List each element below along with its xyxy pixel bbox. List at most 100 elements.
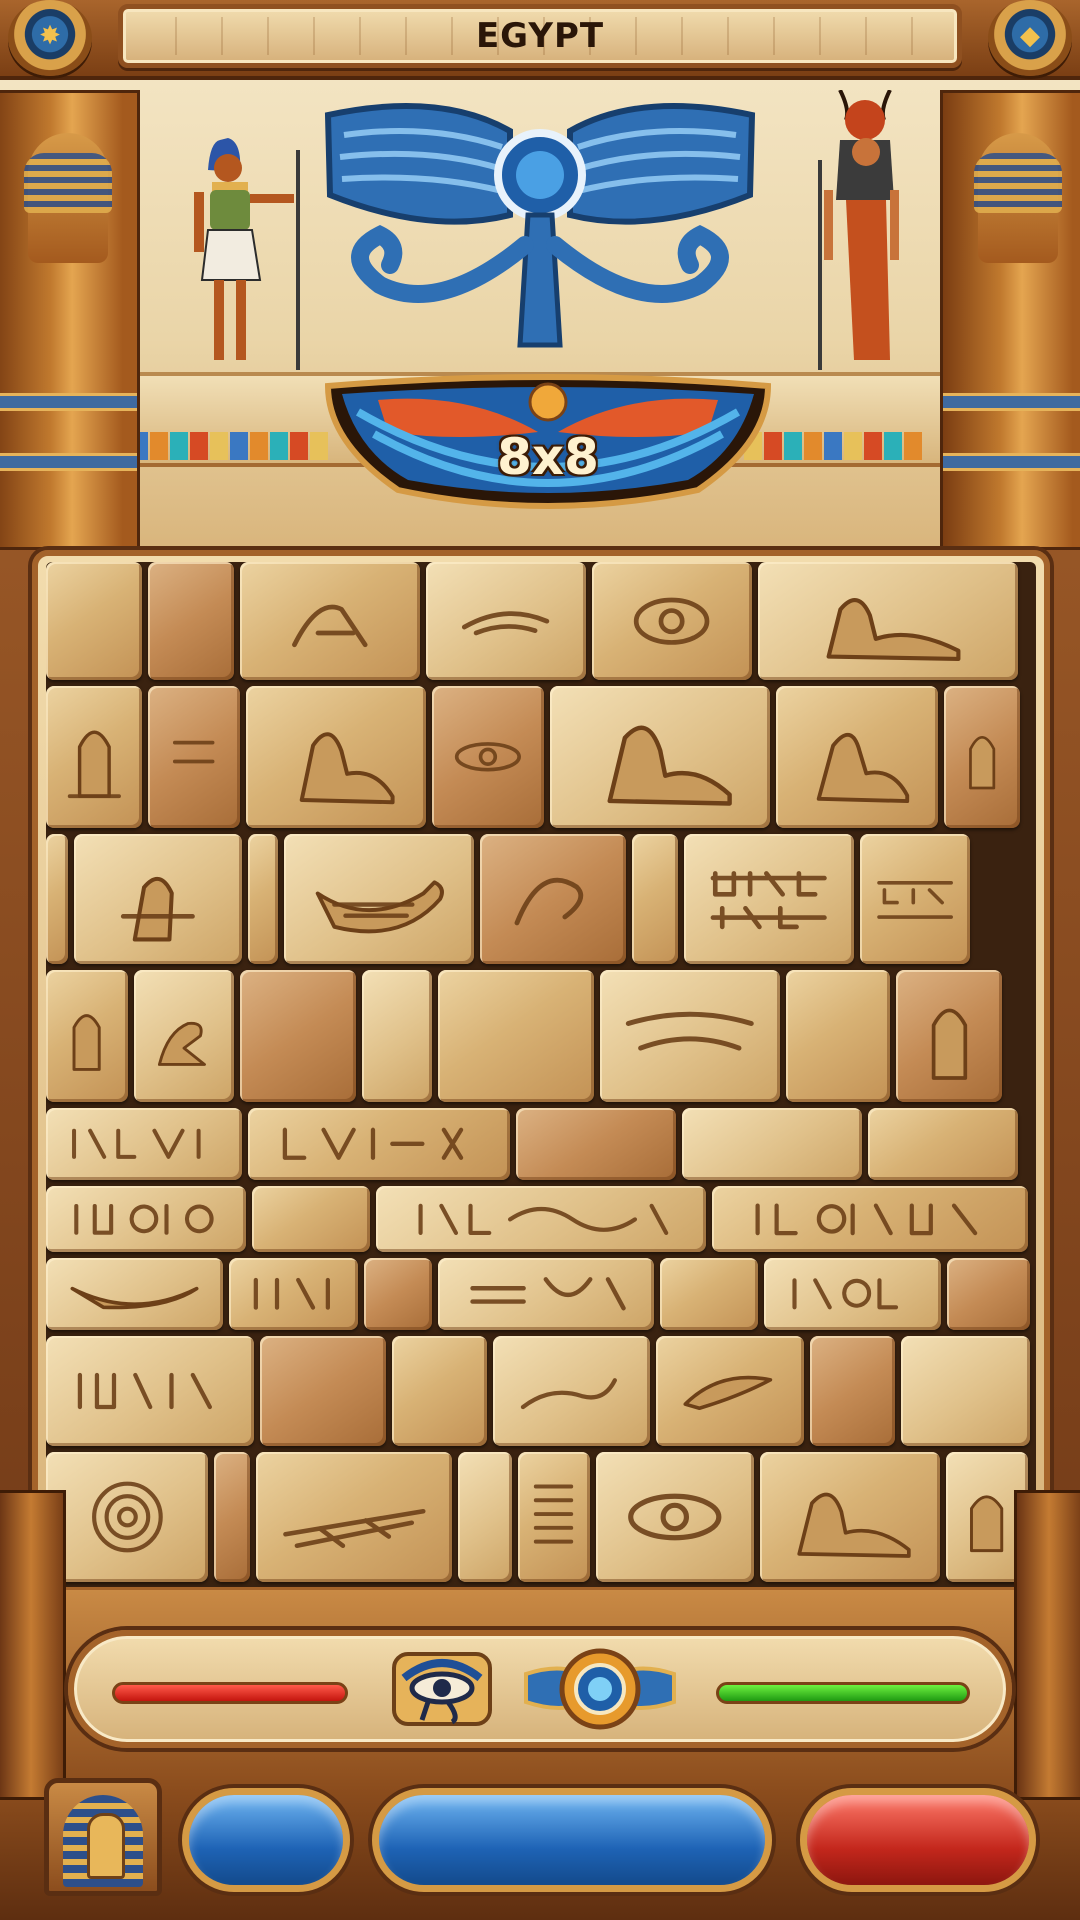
stone-tile-script[interactable] (376, 1186, 706, 1252)
stone-tile-pharaoh[interactable] (46, 970, 128, 1102)
stone-tile-feather[interactable] (480, 834, 626, 964)
stone-tile-sphinx[interactable] (550, 686, 770, 828)
stone-tile[interactable] (252, 1186, 370, 1252)
stone-tile[interactable] (148, 686, 240, 828)
sphinx-glyph-icon (607, 725, 732, 806)
script-glyph-icon (282, 1127, 463, 1161)
pharaoh-glyph-icon (67, 730, 121, 799)
menu-button[interactable]: ✸ (8, 0, 92, 76)
stone-tile-pharaoh[interactable] (896, 970, 1002, 1102)
boat-glyph-icon (70, 1287, 199, 1310)
stone-tile[interactable] (660, 1258, 758, 1330)
stone-tile[interactable] (248, 834, 278, 964)
stone-tile-feather[interactable] (256, 1452, 452, 1582)
stone-tile[interactable] (240, 970, 356, 1102)
reed-glyph-icon (520, 1378, 617, 1410)
stone-tile[interactable] (438, 970, 594, 1102)
winged-sun-emblem (324, 103, 756, 348)
board-row (46, 1186, 1036, 1252)
stone-tile-pharaoh[interactable] (46, 686, 142, 828)
stone-tile-bird[interactable] (240, 562, 420, 680)
stone-tile-feather[interactable] (655, 1336, 805, 1446)
stone-tile-eye[interactable] (596, 1452, 754, 1582)
stone-tile[interactable] (901, 1336, 1030, 1446)
stone-tile[interactable] (516, 1108, 676, 1180)
stone-tile[interactable] (148, 562, 234, 680)
script-glyph-icon (710, 871, 828, 930)
stone-tile-script[interactable] (712, 1186, 1028, 1252)
jackal-glyph-icon (299, 732, 395, 805)
stone-tile[interactable] (46, 562, 142, 680)
feather-glyph-icon (462, 611, 550, 636)
script-glyph-icon (71, 1128, 201, 1160)
stone-tile-falcon[interactable] (284, 834, 474, 964)
blue-large-button[interactable] (372, 1788, 772, 1892)
stone-tile-pharaoh[interactable] (868, 1108, 1018, 1180)
stone-tile[interactable] (214, 1452, 250, 1582)
stone-tile[interactable] (259, 1336, 387, 1446)
stone-tile-sun[interactable] (46, 1452, 208, 1582)
line-glyph-icon (173, 740, 215, 764)
pharaoh-pillar-left (0, 90, 140, 550)
eye-glyph-icon (454, 742, 522, 772)
sphinx-glyph-icon (797, 1492, 911, 1558)
decor-stripe-left (130, 432, 330, 460)
gem-icon: ◆ (1020, 21, 1040, 51)
stone-tile-scribe[interactable] (134, 970, 234, 1102)
board-row (46, 834, 1036, 964)
script-glyph-icon (877, 880, 953, 919)
title-plate: EGYPT (118, 4, 962, 68)
stone-tile-script[interactable] (228, 1258, 359, 1330)
reed-glyph-icon (626, 1012, 754, 1051)
board-row (46, 1258, 1036, 1330)
stone-tile[interactable] (458, 1452, 512, 1582)
stone-tile-script[interactable] (46, 1108, 242, 1180)
red-button[interactable] (800, 1788, 1036, 1892)
stone-tile-script[interactable] (46, 1336, 254, 1446)
stone-tile-script[interactable] (860, 834, 970, 964)
stone-tile[interactable] (810, 1336, 896, 1446)
horn-glyph-icon (514, 877, 584, 926)
pharaoh-glyph-icon (968, 736, 996, 790)
stone-tile-sphinx[interactable] (758, 562, 1018, 680)
stone-tile-script[interactable] (518, 1452, 590, 1582)
stone-tile-feather[interactable] (493, 1336, 650, 1446)
stone-tile-script[interactable] (437, 1258, 655, 1330)
blue-small-button[interactable] (182, 1788, 350, 1892)
stone-tile[interactable] (46, 834, 68, 964)
red-progress-bar (112, 1682, 348, 1704)
stone-tile[interactable] (392, 1336, 488, 1446)
stone-tile-scribe[interactable] (74, 834, 242, 964)
stone-tile[interactable] (786, 970, 890, 1102)
stone-tile[interactable] (632, 834, 678, 964)
script-glyph-icon (418, 1203, 668, 1235)
pharaoh-glyph-icon (72, 1014, 102, 1072)
stone-tile-jackal[interactable] (246, 686, 426, 828)
board-row (46, 686, 1036, 828)
stone-tile[interactable] (946, 1258, 1030, 1330)
stone-tile-sphinx[interactable] (760, 1452, 940, 1582)
stone-tile-eye[interactable] (592, 562, 752, 680)
stone-tile-script[interactable] (248, 1108, 510, 1180)
stone-tile[interactable] (682, 1108, 862, 1180)
stone-tile-pharaoh[interactable] (944, 686, 1020, 828)
script-glyph-icon (253, 1278, 330, 1310)
stone-tile-jackal[interactable] (776, 686, 938, 828)
stone-tile-script[interactable] (46, 1186, 246, 1252)
winged-orb-icon (524, 1648, 676, 1730)
stone-tile-feather[interactable] (46, 1258, 223, 1330)
game-screen: ✸ EGYPT ◆ 8x8 (0, 0, 1080, 1920)
jackal-glyph-icon (816, 733, 909, 804)
stone-tile[interactable] (364, 1258, 432, 1330)
stone-tile[interactable] (362, 970, 432, 1102)
stone-tile-feather[interactable] (600, 970, 780, 1102)
stone-tile-feather[interactable] (426, 562, 586, 680)
pharaoh-pillar-right (940, 90, 1080, 550)
stone-tile-script[interactable] (763, 1258, 941, 1330)
shop-button[interactable]: ◆ (988, 0, 1072, 76)
board-row (46, 1452, 1036, 1582)
green-progress-bar (716, 1682, 970, 1704)
pharaoh-headdress-button[interactable] (44, 1778, 162, 1896)
stone-tile-script[interactable] (684, 834, 854, 964)
stone-tile-eye[interactable] (432, 686, 544, 828)
